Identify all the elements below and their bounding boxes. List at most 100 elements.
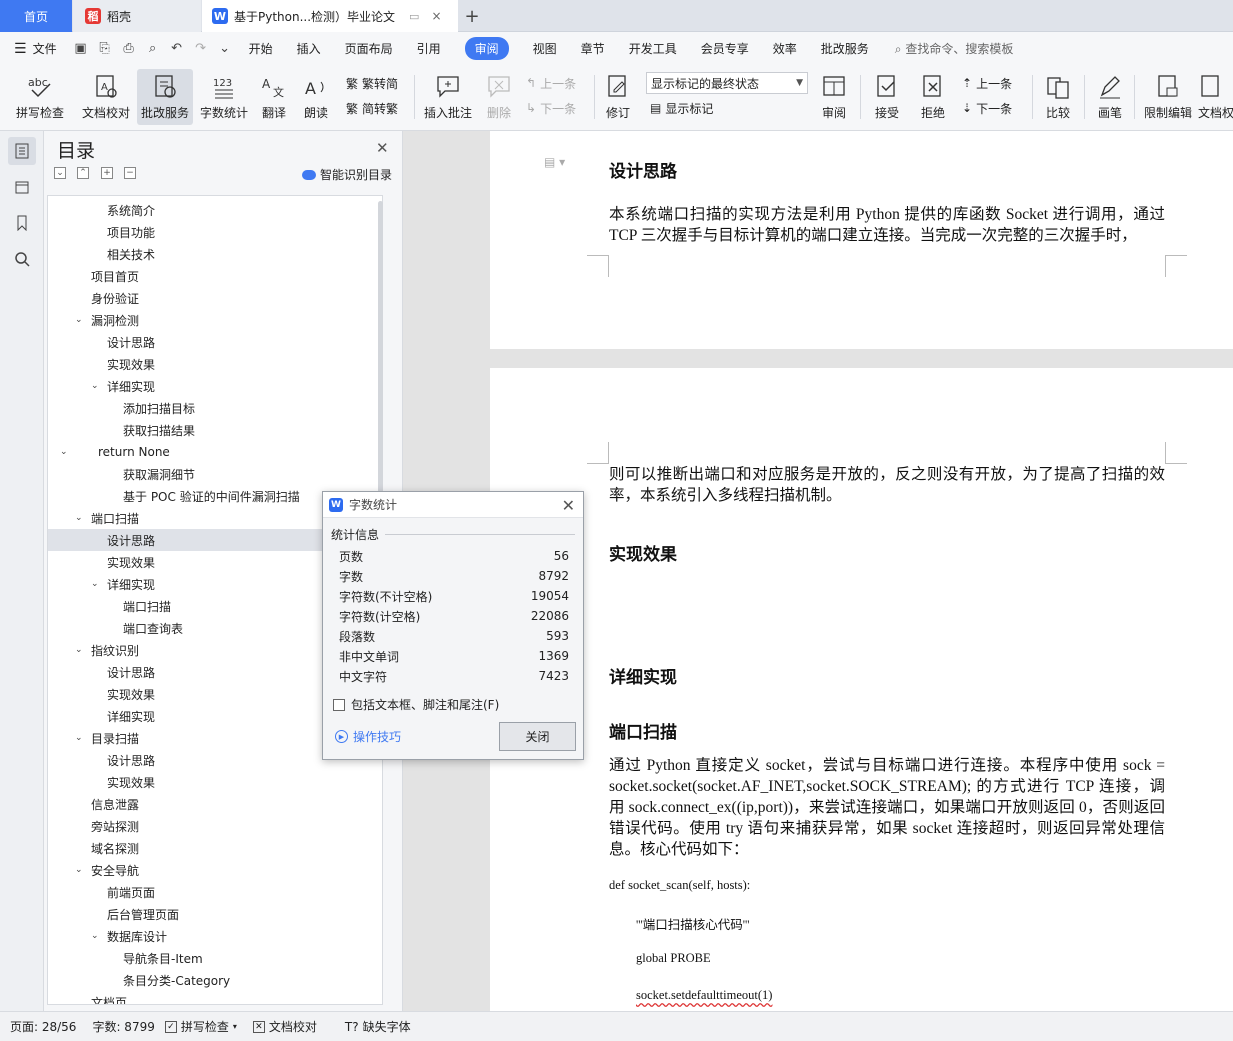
chevron-down-icon[interactable]: ⌄ bbox=[91, 579, 99, 589]
toc-item[interactable]: ⌄ 详细实现 bbox=[48, 375, 368, 397]
toc-item[interactable]: 系统简介 bbox=[48, 199, 368, 221]
toc-item[interactable]: ⌄ 目录扫描 bbox=[48, 727, 368, 749]
undo-icon[interactable]: ↶ bbox=[168, 41, 186, 57]
toc-panel-icon[interactable] bbox=[8, 137, 36, 165]
toc-item[interactable]: ⌄ 指纹识别 bbox=[48, 639, 368, 661]
print-icon[interactable]: ⎙ bbox=[120, 41, 138, 57]
menu-efficiency[interactable]: 效率 bbox=[761, 32, 809, 65]
close-icon[interactable]: ✕ bbox=[562, 496, 575, 515]
save-icon[interactable]: ▣ bbox=[72, 41, 90, 57]
menu-reference[interactable]: 引用 bbox=[405, 32, 453, 65]
document-permission-button[interactable]: 文档权 bbox=[1198, 69, 1233, 125]
track-changes-button[interactable]: 修订 bbox=[598, 69, 638, 125]
toc-item[interactable]: 后台管理页面 bbox=[48, 903, 368, 925]
pen-button[interactable]: 画笔 bbox=[1090, 69, 1130, 125]
insert-comment-button[interactable]: 插入批注 bbox=[420, 69, 476, 125]
close-icon[interactable]: ✕ bbox=[376, 139, 389, 157]
toc-item[interactable]: 旁站探测 bbox=[48, 815, 368, 837]
toc-item[interactable]: ⌄ 安全导航 bbox=[48, 859, 368, 881]
chevron-down-icon[interactable]: ⌄ bbox=[75, 315, 83, 325]
markup-state-select[interactable]: 显示标记的最终状态 ▼ bbox=[646, 72, 808, 94]
toc-item[interactable]: 添加扫描目标 bbox=[48, 397, 368, 419]
chevron-down-icon[interactable]: ⌄ bbox=[75, 513, 83, 523]
new-tab-button[interactable]: + bbox=[458, 0, 486, 32]
include-footnotes-checkbox[interactable]: 包括文本框、脚注和尾注(F) bbox=[333, 696, 499, 713]
tab-daoke[interactable]: 稻 稻壳 bbox=[73, 0, 201, 32]
toc-item[interactable]: ⌄ 端口扫描 bbox=[48, 507, 368, 529]
toc-item[interactable]: 获取漏洞细节 bbox=[48, 463, 368, 485]
toc-item[interactable]: 实现效果 bbox=[48, 771, 368, 793]
paragraph-3[interactable]: 通过 Python 直接定义 socket，尝试与目标端口进行连接。本程序中使用… bbox=[609, 755, 1165, 860]
chevron-down-icon[interactable]: ⌄ bbox=[60, 447, 68, 457]
read-aloud-button[interactable]: A 朗读 bbox=[298, 69, 334, 125]
tips-link[interactable]: ▶ 操作技巧 bbox=[335, 728, 401, 745]
status-missing-font[interactable]: T? 缺失字体 bbox=[345, 1018, 411, 1035]
toc-item[interactable]: 基于 POC 验证的中间件漏洞扫描 bbox=[48, 485, 368, 507]
toc-item[interactable]: 身份验证 bbox=[48, 287, 368, 309]
accept-button[interactable]: 接受 bbox=[866, 69, 908, 125]
menu-devtools[interactable]: 开发工具 bbox=[617, 32, 689, 65]
status-proofread[interactable]: ✕ 文档校对 bbox=[252, 1018, 317, 1035]
toc-item[interactable]: 项目首页 bbox=[48, 265, 368, 287]
redo-icon[interactable]: ↷ bbox=[192, 41, 210, 57]
remove-heading-icon[interactable]: − bbox=[124, 167, 136, 179]
prev-change-button[interactable]: ⇡ 上一条 bbox=[962, 72, 1012, 94]
show-markup-button[interactable]: ▤ 显示标记 bbox=[650, 97, 713, 119]
chapter-nav-icon[interactable] bbox=[8, 173, 36, 201]
toc-item[interactable]: 设计思路 bbox=[48, 749, 368, 771]
review-pane-button[interactable]: 审阅 bbox=[814, 69, 854, 125]
translate-button[interactable]: A文 翻译 bbox=[254, 69, 294, 125]
toc-item[interactable]: 实现效果 bbox=[48, 683, 368, 705]
spell-check-button[interactable]: abc 拼写检查 bbox=[10, 69, 70, 125]
review-service-button[interactable]: 批改服务 bbox=[137, 69, 193, 125]
code-line-2[interactable]: '''端口扫描核心代码''' bbox=[636, 914, 750, 933]
toc-item[interactable]: 文档页 bbox=[48, 991, 368, 1005]
code-line-4[interactable]: socket.setdefaulttimeout(1) bbox=[636, 988, 772, 1003]
toc-item[interactable]: 项目功能 bbox=[48, 221, 368, 243]
word-count-button[interactable]: 123 字数统计 bbox=[196, 69, 252, 125]
word-count-indicator[interactable]: 字数: 8799 bbox=[92, 1018, 154, 1035]
code-line-3[interactable]: global PROBE bbox=[636, 951, 711, 966]
toc-item[interactable]: 条目分类-Category bbox=[48, 969, 368, 991]
paragraph-icon[interactable]: ▤ ▾ bbox=[544, 155, 565, 169]
toc-item[interactable]: 导航条目-Item bbox=[48, 947, 368, 969]
toc-item[interactable]: ⌄ 详细实现 bbox=[48, 573, 368, 595]
chevron-down-icon[interactable]: ⌄ bbox=[91, 931, 99, 941]
close-button[interactable]: 关闭 bbox=[499, 722, 576, 751]
menu-chapter[interactable]: 章节 bbox=[569, 32, 617, 65]
delete-comment-button[interactable]: 删除 bbox=[480, 69, 518, 125]
next-change-button[interactable]: ⇣ 下一条 bbox=[962, 97, 1012, 119]
command-search[interactable]: ⌕ 查找命令、搜索模板 bbox=[895, 40, 1014, 57]
expand-all-icon[interactable]: ⌃ bbox=[77, 167, 89, 179]
toc-item[interactable]: 端口查询表 bbox=[48, 617, 368, 639]
status-spell-check[interactable]: ✓ 拼写检查 ▾ bbox=[164, 1018, 237, 1035]
export-pdf-icon[interactable]: ⎘ bbox=[96, 41, 114, 57]
toc-item[interactable]: 获取扫描结果 bbox=[48, 419, 368, 441]
toc-item[interactable]: 端口扫描 bbox=[48, 595, 368, 617]
menu-layout[interactable]: 页面布局 bbox=[333, 32, 405, 65]
paragraph-1[interactable]: 本系统端口扫描的实现方法是利用 Python 提供的库函数 Socket 进行调… bbox=[609, 204, 1165, 246]
page-indicator[interactable]: 页面: 28/56 bbox=[10, 1018, 76, 1035]
toc-item[interactable]: 设计思路 bbox=[48, 661, 368, 683]
tab-document[interactable]: W 基于Python...检测）毕业论文 ▭ × bbox=[202, 0, 458, 32]
tab-float-icon[interactable]: ▭ bbox=[409, 10, 419, 23]
toc-item[interactable]: ⌄ return None bbox=[48, 441, 368, 463]
reject-button[interactable]: 拒绝 bbox=[912, 69, 954, 125]
menu-start[interactable]: 开始 bbox=[237, 32, 285, 65]
compare-button[interactable]: 比较 bbox=[1036, 69, 1080, 125]
toc-item[interactable]: 设计思路 bbox=[48, 331, 368, 353]
bookmark-icon[interactable] bbox=[8, 209, 36, 237]
menu-correction[interactable]: 批改服务 bbox=[809, 32, 881, 65]
toc-item[interactable]: 前端页面 bbox=[48, 881, 368, 903]
toc-item[interactable]: 详细实现 bbox=[48, 705, 368, 727]
print-preview-icon[interactable]: ⌕ bbox=[144, 41, 162, 57]
chevron-down-icon[interactable]: ⌄ bbox=[91, 381, 99, 391]
menu-review[interactable]: 审阅 bbox=[453, 32, 521, 65]
dialog-title-bar[interactable]: W 字数统计 ✕ bbox=[323, 492, 583, 518]
simp-to-trad-button[interactable]: 繁简转繁 bbox=[346, 97, 398, 119]
toc-item[interactable]: 相关技术 bbox=[48, 243, 368, 265]
chevron-down-icon[interactable]: ⌄ bbox=[75, 733, 83, 743]
toc-item[interactable]: ⌄ 漏洞检测 bbox=[48, 309, 368, 331]
toc-item[interactable]: 设计思路 bbox=[48, 529, 368, 551]
chevron-down-icon[interactable]: ⌄ bbox=[75, 865, 83, 875]
